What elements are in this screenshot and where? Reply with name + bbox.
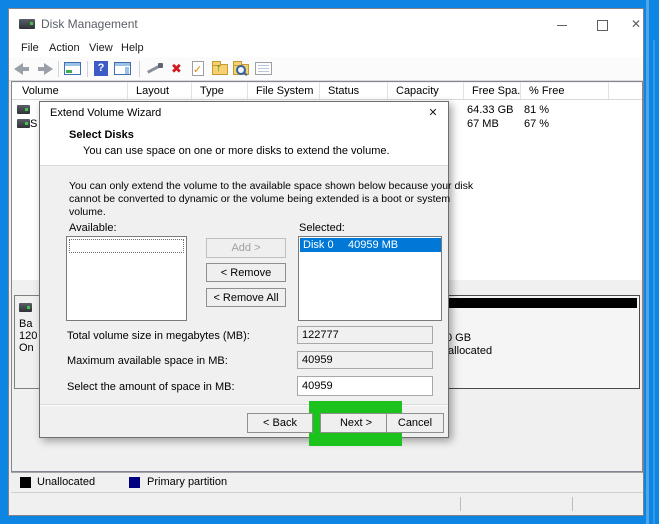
percent-free-value: 67 % [524,118,550,130]
partition-size-fragment: 0 GB [446,332,472,344]
legend-label: Unallocated [37,476,96,488]
selected-label: Selected: [299,222,345,234]
max-space-label: Maximum available space in MB: [67,355,228,367]
body-text: cannot be converted to dynamic or the vo… [69,193,451,205]
legend-swatch-unallocated [20,477,31,488]
menu-action[interactable]: Action [49,42,80,54]
cancel-button[interactable]: Cancel [386,413,444,433]
disk-management-window: Disk Management ✕ File Action View Help … [8,8,644,516]
next-button[interactable]: Next > [320,413,392,433]
wallpaper-light-streak [646,0,649,524]
menu-help[interactable]: Help [121,42,144,54]
column-file-system[interactable]: File System [248,83,320,99]
close-button[interactable]: ✕ [625,17,647,31]
space-amount-input[interactable]: 40959 [297,376,433,396]
dialog-title-bar: Extend Volume Wizard ✕ [40,102,448,124]
legend-bar: Unallocated Primary partition [11,472,643,493]
available-label: Available: [69,222,117,234]
menu-bar: File Action View Help [9,39,643,57]
properties-icon[interactable] [255,62,272,75]
menu-file[interactable]: File [21,42,39,54]
status-separator [460,497,461,511]
legend-swatch-primary [129,477,140,488]
toolbar-separator [87,61,88,77]
app-icon [19,19,35,29]
available-disks-list[interactable] [66,236,187,321]
selected-disks-list[interactable]: Disk 0 40959 MB [298,236,442,321]
show-console-tree-icon[interactable] [114,62,131,75]
rescan-tool-icon[interactable] [146,61,164,76]
column-type[interactable]: Type [192,83,248,99]
remove-all-button[interactable]: < Remove All [206,288,286,307]
toolbar-separator [58,61,59,77]
disk-size: 40959 MB [348,239,399,251]
column-free-space[interactable]: Free Spa... [464,83,521,99]
column-percent-free[interactable]: % Free [521,83,609,99]
column-layout[interactable]: Layout [128,83,192,99]
disk-info-fragment: 120 [19,330,38,342]
toolbar: ? ✖ ✓ ↑ [9,57,643,81]
column-volume[interactable]: Volume [14,83,128,99]
body-text: volume. [69,206,106,218]
delete-icon[interactable]: ✖ [171,61,182,76]
folder-up-icon[interactable]: ↑ [212,61,228,75]
disk-name: Disk 0 [303,239,334,251]
max-space-field: 40959 [297,351,433,369]
check-document-icon[interactable]: ✓ [192,61,204,76]
body-text: You can only extend the volume to the av… [69,180,474,192]
help-icon[interactable]: ? [94,61,108,76]
window-title: Disk Management [41,17,138,31]
column-capacity[interactable]: Capacity [388,83,464,99]
wallpaper-light-streak [653,40,655,524]
back-icon[interactable] [14,63,31,75]
toolbar-separator [139,61,140,77]
disk-icon [19,303,32,312]
menu-view[interactable]: View [89,42,113,54]
volume-icon [17,119,30,128]
wizard-heading: Select Disks [69,129,134,141]
maximize-button[interactable] [591,19,613,31]
volume-icon [17,105,30,114]
percent-free-value: 81 % [524,104,550,116]
focus-rectangle [69,239,184,253]
total-size-field: 122777 [297,326,433,344]
forward-icon[interactable] [36,63,53,75]
dialog-close-icon[interactable]: ✕ [422,104,444,122]
space-amount-label: Select the amount of space in MB: [67,381,235,393]
disk-info-fragment: On [19,342,34,354]
legend-label: Primary partition [147,476,228,488]
dialog-title: Extend Volume Wizard [50,107,162,119]
desktop-background: Disk Management ✕ File Action View Help … [0,0,659,524]
status-separator [572,497,573,511]
add-button[interactable]: Add > [206,238,286,258]
table-header: Volume Layout Type File System Status Ca… [12,83,642,100]
selected-disk-item[interactable]: Disk 0 40959 MB [300,238,441,252]
minimize-button[interactable] [551,19,573,31]
column-status[interactable]: Status [320,83,388,99]
extend-volume-wizard-dialog: Extend Volume Wizard ✕ Select Disks You … [39,101,473,446]
console-window-icon[interactable] [64,62,81,75]
title-bar: Disk Management ✕ [9,9,643,39]
total-size-label: Total volume size in megabytes (MB): [67,330,250,342]
wizard-header: Select Disks You can use space on one or… [40,124,448,166]
status-bar [11,493,643,515]
folder-search-icon[interactable] [233,61,249,76]
back-button[interactable]: < Back [247,413,313,433]
free-space-value: 67 MB [467,118,499,130]
wizard-subheading: You can use space on one or more disks t… [83,145,390,157]
free-space-value: 64.33 GB [467,104,514,116]
remove-button[interactable]: < Remove [206,263,286,282]
volume-name-fragment: S [30,118,38,130]
disk-info-fragment: Ba [19,318,33,330]
column-empty [609,83,641,99]
